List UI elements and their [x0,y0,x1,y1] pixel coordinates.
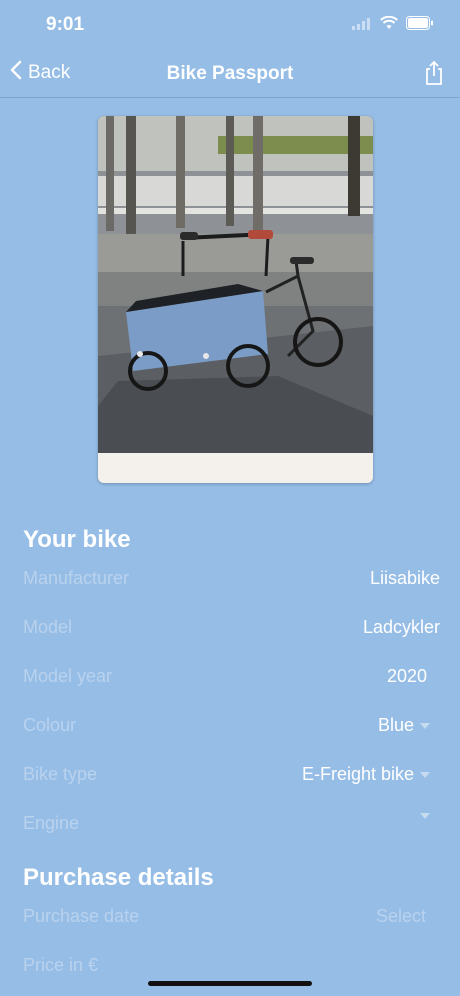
status-icons [352,15,434,35]
bike-type-label: Bike type [23,764,98,784]
bike-type-text: E-Freight bike [301,764,414,784]
chevron-down-icon [420,771,430,778]
colour-dropdown[interactable]: Blue [378,715,430,736]
colour-text: Blue [377,715,414,735]
share-button[interactable] [424,60,444,91]
status-bar: 9:01 [0,0,460,50]
bike-type-row[interactable]: Bike type E-Freight bike [23,759,430,789]
battery-icon [406,16,434,35]
manufacturer-value: Liisabike [370,568,440,589]
engine-dropdown[interactable] [414,813,430,819]
wifi-icon [380,15,398,35]
model-row[interactable]: Model Ladcykler [23,612,440,642]
bike-type-dropdown[interactable]: E-Freight bike [302,764,430,785]
price-row[interactable]: Price in € [23,950,440,980]
engine-label: Engine [23,813,80,833]
page-title: Bike Passport [166,63,294,84]
model-year-text: 2020 [386,666,427,686]
purchase-details-heading: Purchase details [23,864,214,891]
engine-row[interactable]: Engine [23,808,430,838]
colour-label: Colour [23,715,77,735]
chevron-down-icon [420,722,430,729]
navigation-bar: Back Bike Passport [0,50,460,98]
home-indicator [148,981,312,986]
model-value: Ladcykler [363,617,440,638]
model-year-label: Model year [23,666,113,686]
manufacturer-row[interactable]: Manufacturer Liisabike [23,563,440,593]
model-year-row[interactable]: Model year 2020 [23,661,427,691]
purchase-date-text: Select [375,906,426,926]
purchase-date-row[interactable]: Purchase date Select [23,901,426,931]
model-year-value: 2020 [387,666,427,687]
manufacturer-text: Liisabike [369,568,440,588]
model-label: Model [23,617,73,637]
bike-photo[interactable] [98,116,373,483]
cellular-signal-icon [352,17,372,35]
share-icon [424,60,444,90]
chevron-down-icon [420,813,430,819]
manufacturer-label: Manufacturer [23,568,130,588]
model-text: Ladcykler [362,617,440,637]
purchase-date-label: Purchase date [23,906,140,926]
your-bike-heading: Your bike [23,526,131,553]
colour-row[interactable]: Colour Blue [23,710,430,740]
status-time: 9:01 [46,14,85,35]
price-label: Price in € [23,955,99,975]
purchase-date-select[interactable]: Select [376,906,426,927]
